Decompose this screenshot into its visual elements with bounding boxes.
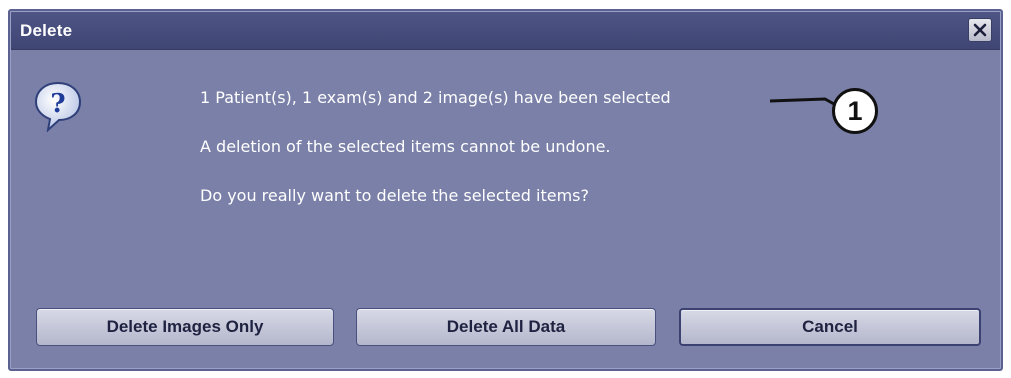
delete-all-data-button[interactable]: Delete All Data [356, 308, 656, 346]
warning-text: A deletion of the selected items cannot … [200, 137, 611, 156]
delete-dialog: Delete ? 1 Patient(s), 1 exam(s) and 2 i… [8, 9, 1003, 371]
cancel-button[interactable]: Cancel [679, 308, 981, 346]
close-icon [973, 23, 987, 37]
svg-text:?: ? [50, 89, 65, 119]
dialog-title: Delete [20, 21, 73, 40]
callout-marker: 1 [832, 88, 878, 134]
selection-summary-text: 1 Patient(s), 1 exam(s) and 2 image(s) h… [200, 88, 671, 107]
question-icon: ? [34, 81, 82, 132]
title-bar[interactable]: Delete [11, 12, 1000, 50]
close-button[interactable] [968, 18, 992, 42]
confirmation-question-text: Do you really want to delete the selecte… [200, 186, 589, 205]
delete-images-only-button[interactable]: Delete Images Only [36, 308, 334, 346]
callout-leader-line [770, 97, 835, 106]
